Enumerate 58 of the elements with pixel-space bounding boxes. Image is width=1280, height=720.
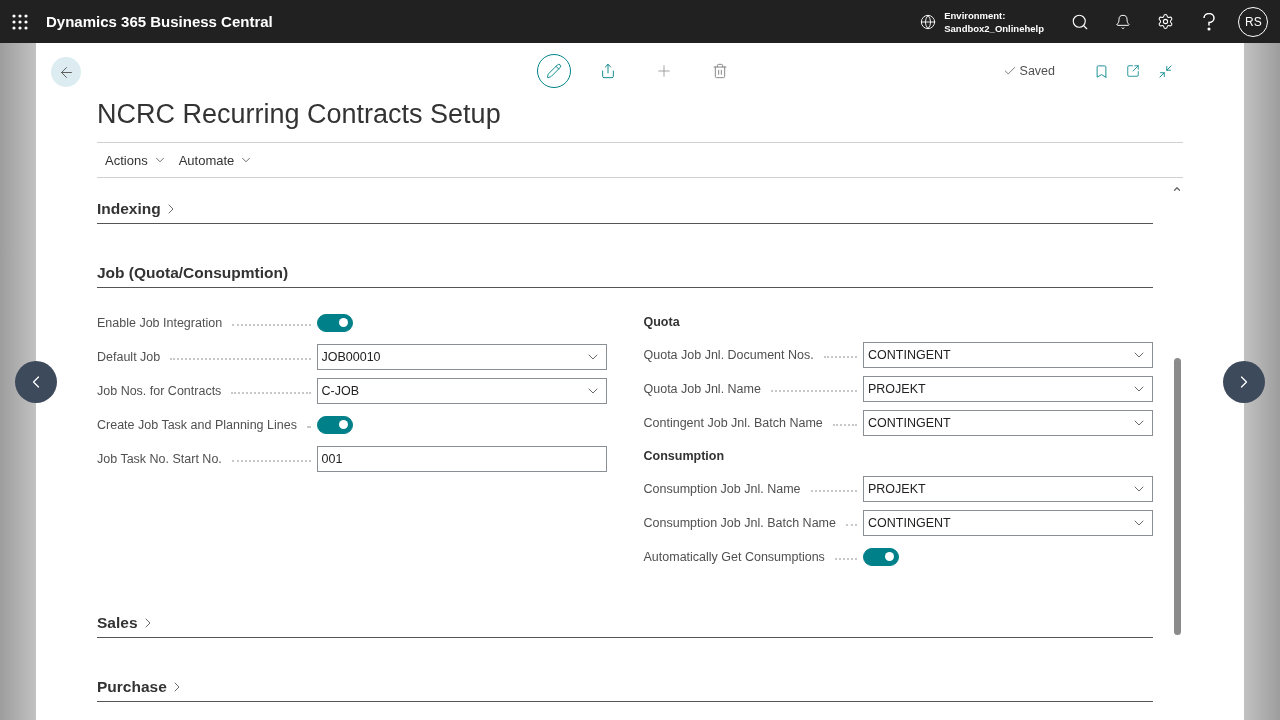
environment-label: Environment: [944,8,1007,22]
check-icon [1002,64,1017,78]
group-heading: Quota [643,314,681,331]
app-title: Dynamics 365 Business Central [46,13,274,30]
page-title: NCRC Recurring Contracts Setup [97,99,1183,143]
open-in-new-window-icon [1126,64,1140,78]
field-label: Create Job Task and Planning Lines [97,418,297,432]
toggle-switch[interactable] [863,548,899,566]
next-button[interactable] [1223,361,1265,403]
previous-button[interactable] [15,361,57,403]
section-header[interactable]: Job (Quota/Consupmtion) [97,264,1153,288]
dropdown-field[interactable]: PROJEKT [863,376,1153,402]
dropdown-field[interactable]: CONTINGENT [863,510,1153,536]
share-icon [600,63,616,79]
search-icon [1070,12,1089,31]
group-heading: Consumption [643,448,726,465]
dropdown-field[interactable]: C-JOB [316,378,607,404]
globe-icon [920,13,937,30]
field-label: Contingent Job Jnl. Batch Name [643,416,823,430]
section-header[interactable]: Sales [97,614,1153,638]
input-field[interactable]: 001 [316,446,607,472]
field-label: Consumption Job Jnl. Batch Name [643,516,836,530]
pencil-icon [546,63,562,79]
saved-status: Saved [1019,64,1055,78]
plus-icon [655,62,673,80]
help-icon [1201,12,1216,31]
dropdown-field[interactable]: CONTINGENT [863,410,1153,436]
leader-line [834,558,857,560]
section-header[interactable]: Indexing [97,200,1153,224]
field-label: Consumption Job Jnl. Name [643,482,801,496]
field-label: Quota Job Jnl. Document Nos. [643,348,814,362]
field-label: Default Job [97,350,161,364]
leader-line [823,356,857,358]
environment-name: Sandbox2_Onlinehelp [944,21,1044,35]
trash-icon [712,63,728,79]
app-launcher-icon[interactable] [12,13,28,30]
back-button[interactable] [51,57,81,87]
toggle-switch[interactable] [316,416,353,434]
field-label: Job Task No. Start No. [97,452,222,466]
leader-line [832,424,857,426]
field-label: Enable Job Integration [97,316,223,330]
leader-line [810,490,857,492]
dropdown-field[interactable]: CONTINGENT [863,342,1153,368]
bell-icon [1114,13,1131,30]
bookmark-icon [1093,63,1109,79]
section-header[interactable]: Purchase [97,678,1153,702]
leader-line [306,426,311,428]
field-label: Automatically Get Consumptions [643,550,825,564]
settings-icon [1157,13,1174,30]
collapse-arrows-icon [1157,63,1173,79]
toggle-switch[interactable] [316,314,353,332]
leader-line [845,524,857,526]
dropdown-field[interactable]: PROJEKT [863,476,1153,502]
dropdown-field[interactable]: JOB00010 [316,344,607,370]
menu-button[interactable]: Automate [178,152,254,168]
field-label: Quota Job Jnl. Name [643,382,761,396]
field-label: Job Nos. for Contracts [97,384,222,398]
menu-button[interactable]: Actions [105,152,167,168]
